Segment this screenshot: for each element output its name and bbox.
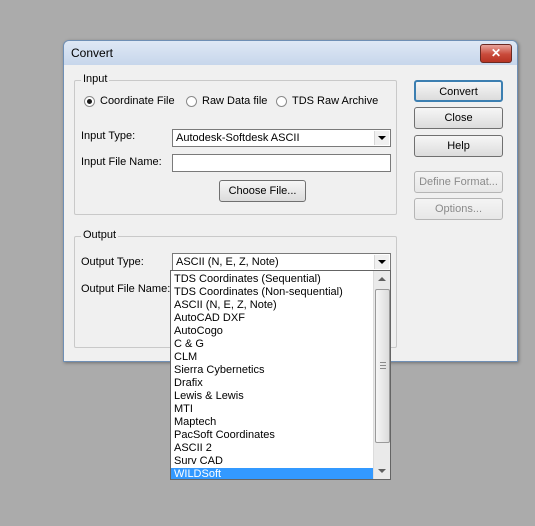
dropdown-item[interactable]: TDS Coordinates (Sequential): [171, 273, 374, 286]
convert-button[interactable]: Convert: [414, 80, 503, 102]
radio-tds-raw-archive-indicator[interactable]: [276, 95, 287, 107]
input-file-name-label: Input File Name:: [81, 156, 162, 168]
radio-raw-data-file[interactable]: Raw Data file: [186, 95, 267, 107]
dropdown-item[interactable]: AutoCAD DXF: [171, 312, 374, 325]
chevron-down-icon[interactable]: [374, 255, 389, 269]
dropdown-item[interactable]: ASCII 2: [171, 442, 374, 455]
dropdown-items: TDS Coordinates (Sequential) TDS Coordina…: [171, 273, 390, 479]
define-format-button[interactable]: Define Format...: [414, 171, 503, 193]
dropdown-item[interactable]: AutoCogo: [171, 325, 374, 338]
output-type-dropdown-list[interactable]: TDS Coordinates (Sequential) TDS Coordina…: [170, 270, 391, 480]
dropdown-item[interactable]: Lewis & Lewis: [171, 390, 374, 403]
dropdown-item[interactable]: WILDSoft: [171, 468, 374, 479]
input-type-value: Autodesk-Softdesk ASCII: [176, 132, 300, 144]
input-type-label: Input Type:: [81, 130, 136, 142]
dropdown-item[interactable]: TDS Coordinates (Non-sequential): [171, 286, 374, 299]
dropdown-item[interactable]: Sierra Cybernetics: [171, 364, 374, 377]
options-button[interactable]: Options...: [414, 198, 503, 220]
chevron-down-icon[interactable]: [374, 131, 389, 145]
grip-icon: [380, 362, 386, 371]
dropdown-item[interactable]: CLM: [171, 351, 374, 364]
scrollbar-thumb[interactable]: [375, 289, 390, 443]
radio-tds-raw-archive[interactable]: TDS Raw Archive: [276, 95, 378, 107]
input-file-name-field[interactable]: [172, 154, 391, 172]
dropdown-item[interactable]: Drafix: [171, 377, 374, 390]
dropdown-item[interactable]: MTI: [171, 403, 374, 416]
input-type-select[interactable]: Autodesk-Softdesk ASCII: [172, 129, 391, 147]
dropdown-item[interactable]: PacSoft Coordinates: [171, 429, 374, 442]
dropdown-item[interactable]: Maptech: [171, 416, 374, 429]
dropdown-item[interactable]: C & G: [171, 338, 374, 351]
output-type-select[interactable]: ASCII (N, E, Z, Note): [172, 253, 391, 271]
dropdown-item[interactable]: ASCII (N, E, Z, Note): [171, 299, 374, 312]
output-type-label: Output Type:: [81, 256, 144, 268]
output-file-name-label: Output File Name:: [81, 283, 171, 295]
close-window-button[interactable]: ✕: [480, 44, 512, 63]
radio-coordinate-file-label: Coordinate File: [100, 95, 175, 107]
choose-file-button[interactable]: Choose File...: [219, 180, 306, 202]
scroll-up-icon[interactable]: [374, 271, 390, 287]
input-group-label: Input: [81, 73, 110, 85]
radio-coordinate-file[interactable]: Coordinate File: [84, 95, 175, 107]
input-group: Input Coordinate File Raw Data file TDS …: [74, 73, 397, 215]
radio-tds-raw-archive-label: TDS Raw Archive: [292, 95, 379, 107]
scroll-down-icon[interactable]: [374, 463, 390, 479]
close-button[interactable]: Close: [414, 107, 503, 129]
window-title: Convert: [71, 46, 114, 60]
output-group-label: Output: [81, 229, 119, 241]
output-type-value: ASCII (N, E, Z, Note): [176, 256, 279, 268]
radio-raw-data-file-label: Raw Data file: [202, 95, 268, 107]
scrollbar[interactable]: [373, 271, 390, 479]
help-button[interactable]: Help: [414, 135, 503, 157]
title-bar[interactable]: Convert ✕: [64, 41, 517, 65]
radio-coordinate-file-indicator[interactable]: [84, 95, 95, 107]
radio-raw-data-file-indicator[interactable]: [186, 95, 197, 107]
dropdown-item[interactable]: Surv CAD: [171, 455, 374, 468]
